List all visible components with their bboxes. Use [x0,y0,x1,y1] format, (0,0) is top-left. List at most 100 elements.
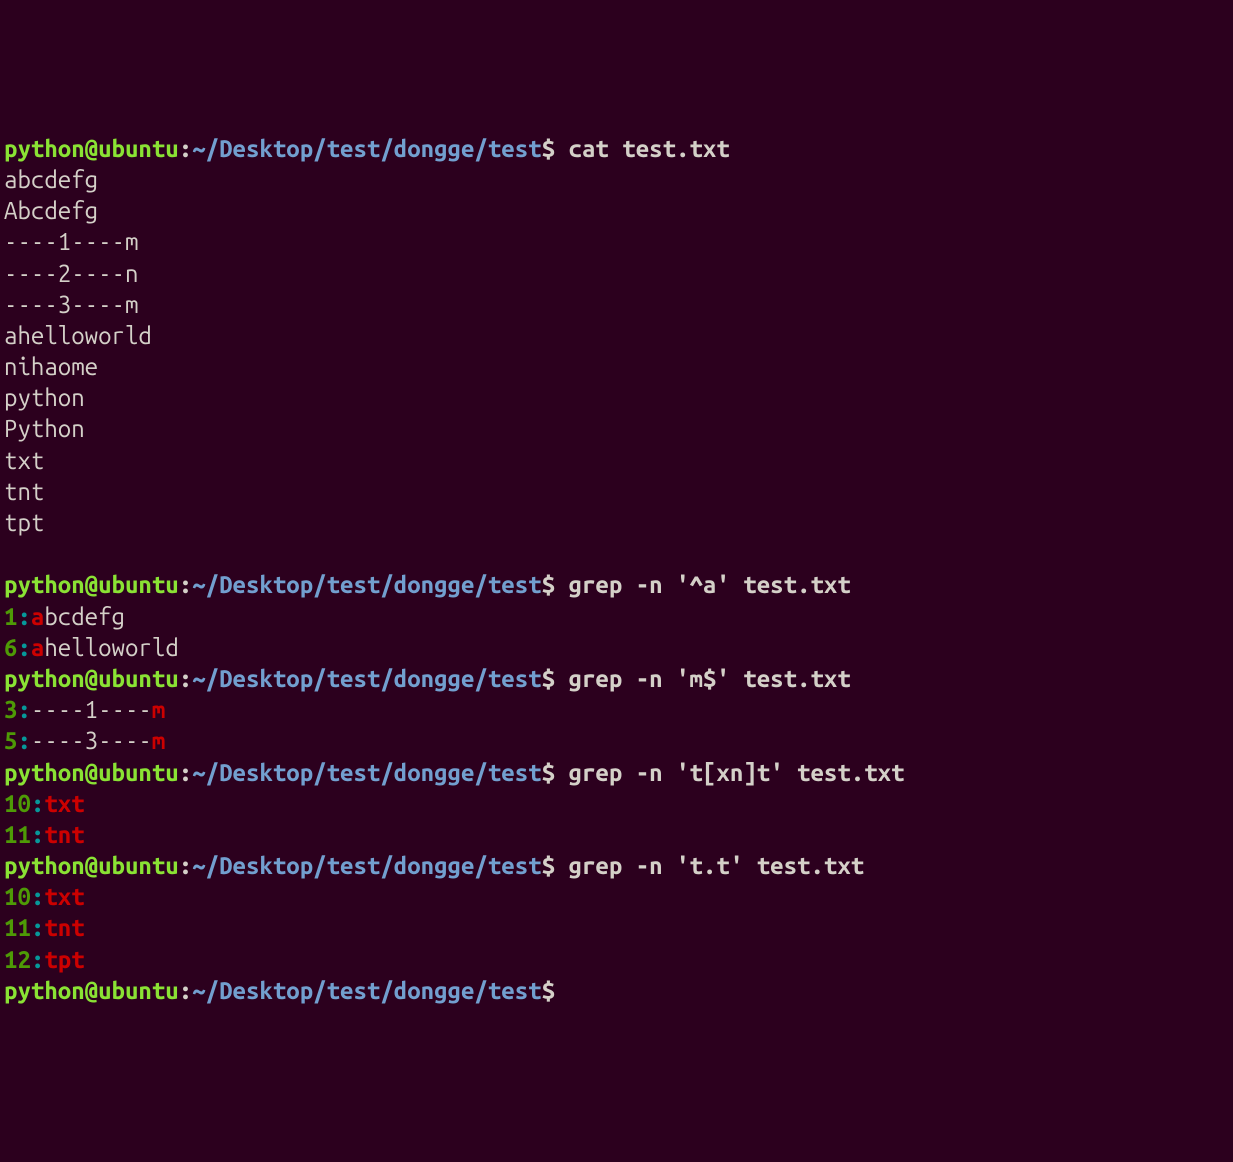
grep-result-line: 6:ahelloworld [4,632,1229,663]
prompt-dollar: $ [542,977,555,1004]
grep-result-line: 10:txt [4,881,1229,912]
command-text[interactable]: grep -n '^a' test.txt [555,571,851,598]
grep-result-line: 10:txt [4,788,1229,819]
output-text: Abcdefg [4,197,98,224]
grep-result-line: 5:----3----m [4,725,1229,756]
output-text: nihaome [4,353,98,380]
grep-rest-text: bcdefg [44,603,125,630]
grep-match: tnt [44,914,84,941]
grep-pre-text: ----3---- [31,727,152,754]
output-line: tnt [4,476,1229,507]
output-line: nihaome [4,351,1229,382]
output-text: tnt [4,478,44,505]
output-text: ----2----n [4,260,138,287]
output-line: Python [4,413,1229,444]
grep-match: m [152,727,165,754]
output-text: txt [4,447,44,474]
prompt-path: ~/Desktop/test/dongge/test [192,571,541,598]
output-line: ahelloworld [4,320,1229,351]
grep-result-line: 12:tpt [4,944,1229,975]
command-line: python@ubuntu:~/Desktop/test/dongge/test… [4,850,1229,881]
output-line: Abcdefg [4,195,1229,226]
command-line: python@ubuntu:~/Desktop/test/dongge/test… [4,663,1229,694]
grep-match: m [152,696,165,723]
grep-line-number: 12 [4,946,31,973]
prompt-path: ~/Desktop/test/dongge/test [192,852,541,879]
grep-match: a [31,634,44,661]
grep-match: txt [44,790,84,817]
command-line: python@ubuntu:~/Desktop/test/dongge/test… [4,569,1229,600]
grep-line-number: 3 [4,696,17,723]
grep-rest-text: helloworld [44,634,178,661]
grep-line-number: 10 [4,883,31,910]
grep-separator: : [17,634,30,661]
prompt-colon: : [179,665,192,692]
prompt-colon: : [179,852,192,879]
prompt-user: python@ubuntu [4,571,179,598]
prompt-dollar: $ [542,665,555,692]
output-text: python [4,384,85,411]
prompt-colon: : [179,977,192,1004]
output-text: tpt [4,509,44,536]
grep-line-number: 6 [4,634,17,661]
grep-match: txt [44,883,84,910]
command-text[interactable]: grep -n 't.t' test.txt [555,852,864,879]
prompt-user: python@ubuntu [4,759,179,786]
prompt-user: python@ubuntu [4,977,179,1004]
grep-result-line: 11:tnt [4,912,1229,943]
command-line: python@ubuntu:~/Desktop/test/dongge/test… [4,975,1229,1006]
prompt-colon: : [179,571,192,598]
grep-result-line: 1:abcdefg [4,601,1229,632]
output-line: ----3----m [4,289,1229,320]
grep-result-line: 3:----1----m [4,694,1229,725]
output-text: ----1----m [4,228,138,255]
command-line: python@ubuntu:~/Desktop/test/dongge/test… [4,757,1229,788]
grep-match: tnt [44,821,84,848]
command-line: python@ubuntu:~/Desktop/test/dongge/test… [4,133,1229,164]
grep-separator: : [17,727,30,754]
output-text: ahelloworld [4,322,152,349]
blank-line [4,538,1229,569]
prompt-user: python@ubuntu [4,852,179,879]
grep-line-number: 10 [4,790,31,817]
grep-line-number: 11 [4,914,31,941]
grep-match: tpt [44,946,84,973]
prompt-user: python@ubuntu [4,665,179,692]
grep-separator: : [31,883,44,910]
terminal-window[interactable]: python@ubuntu:~/Desktop/test/dongge/test… [4,133,1229,1006]
grep-separator: : [31,946,44,973]
prompt-path: ~/Desktop/test/dongge/test [192,759,541,786]
grep-separator: : [17,696,30,723]
output-text: Python [4,415,85,442]
output-text: ----3----m [4,291,138,318]
prompt-colon: : [179,135,192,162]
output-line: python [4,382,1229,413]
grep-match: a [31,603,44,630]
output-line: tpt [4,507,1229,538]
prompt-colon: : [179,759,192,786]
grep-line-number: 1 [4,603,17,630]
prompt-dollar: $ [542,759,555,786]
grep-line-number: 11 [4,821,31,848]
output-line: ----2----n [4,258,1229,289]
output-line: ----1----m [4,226,1229,257]
prompt-path: ~/Desktop/test/dongge/test [192,135,541,162]
command-text[interactable]: grep -n 'm$' test.txt [555,665,851,692]
prompt-path: ~/Desktop/test/dongge/test [192,665,541,692]
grep-result-line: 11:tnt [4,819,1229,850]
output-text: abcdefg [4,166,98,193]
command-text[interactable]: grep -n 't[xn]t' test.txt [555,759,904,786]
prompt-dollar: $ [542,135,555,162]
command-text[interactable]: cat test.txt [555,135,730,162]
grep-line-number: 5 [4,727,17,754]
output-line: abcdefg [4,164,1229,195]
prompt-user: python@ubuntu [4,135,179,162]
output-line: txt [4,445,1229,476]
prompt-dollar: $ [542,571,555,598]
grep-separator: : [31,790,44,817]
grep-separator: : [17,603,30,630]
grep-separator: : [31,914,44,941]
prompt-dollar: $ [542,852,555,879]
grep-separator: : [31,821,44,848]
prompt-path: ~/Desktop/test/dongge/test [192,977,541,1004]
